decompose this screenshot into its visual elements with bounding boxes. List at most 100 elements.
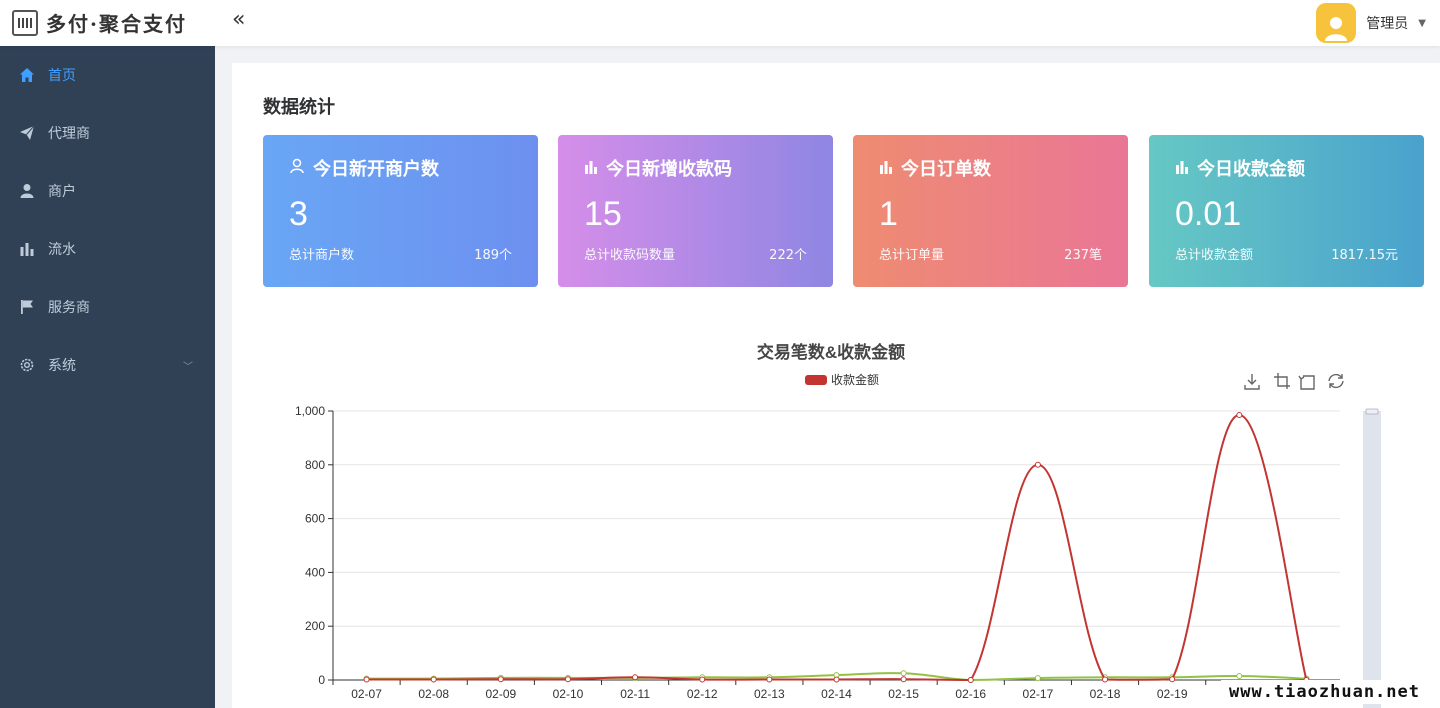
y-tick-label: 600 xyxy=(305,512,325,526)
data-point[interactable] xyxy=(564,676,571,683)
data-point[interactable] xyxy=(1034,461,1041,468)
chart-title: 交易笔数&收款金额 xyxy=(757,342,905,362)
series-line xyxy=(366,414,1308,682)
data-point[interactable] xyxy=(1236,672,1243,679)
data-zoom-track[interactable] xyxy=(1363,411,1381,708)
legend-swatch xyxy=(805,375,827,385)
data-point[interactable] xyxy=(430,676,437,683)
stat-card-orders[interactable]: 今日订单数 1 总计订单量 237笔 xyxy=(853,135,1128,287)
stat-value: 1 xyxy=(879,195,898,233)
restore-icon[interactable] xyxy=(1328,373,1344,389)
sidebar-item-label: 流水 xyxy=(48,242,76,258)
y-tick-label: 800 xyxy=(305,458,325,472)
sidebar-item-transactions[interactable]: 流水 xyxy=(0,220,215,278)
stat-card-new-qrcodes[interactable]: 今日新增收款码 15 总计收款码数量 222个 xyxy=(558,135,833,287)
user-icon xyxy=(18,182,36,200)
bar-chart-icon xyxy=(1175,158,1189,179)
data-point[interactable] xyxy=(497,676,504,683)
x-tick-label: 02-09 xyxy=(485,687,516,701)
chart-series xyxy=(363,412,1310,683)
dashboard-panel: 数据统计 今日新开商户数 3 总计商户数 189个 今日新增收款码 15 总计收… xyxy=(232,63,1440,708)
y-tick-label: 400 xyxy=(305,565,325,579)
zoom-icon[interactable] xyxy=(1274,373,1290,389)
stat-card-new-merchants[interactable]: 今日新开商户数 3 总计商户数 189个 xyxy=(263,135,538,287)
data-point[interactable] xyxy=(766,676,773,683)
watermark: www.tiaozhuan.net xyxy=(1221,680,1428,704)
data-point[interactable] xyxy=(833,676,840,683)
data-point[interactable] xyxy=(900,670,907,677)
sidebar-item-agents[interactable]: 代理商 xyxy=(0,104,215,162)
double-chevron-left-icon[interactable]: « xyxy=(232,9,245,31)
bar-chart-icon xyxy=(18,240,36,258)
logo-text: 多付·聚合支付 xyxy=(46,12,187,36)
data-point[interactable] xyxy=(632,674,639,681)
stat-title: 今日收款金额 xyxy=(1197,159,1305,180)
stat-footer-label: 总计订单量 xyxy=(879,248,945,263)
flag-icon xyxy=(18,298,36,316)
top-bar: 多付·聚合支付 « 管理员 ▼ xyxy=(0,0,1440,46)
chart-legend[interactable]: 收款金额 xyxy=(805,372,879,387)
stat-footer-value: 189个 xyxy=(474,248,512,263)
sidebar-item-providers[interactable]: 服务商 xyxy=(0,278,215,336)
zoom-reset-icon[interactable] xyxy=(1298,375,1315,390)
sidebar-item-label: 系统 xyxy=(48,358,76,374)
y-axis: 0 200 400 600 800 1,000 xyxy=(295,404,334,687)
stat-value: 3 xyxy=(289,195,308,233)
data-point[interactable] xyxy=(363,676,370,683)
app-logo[interactable]: 多付·聚合支付 xyxy=(12,8,187,37)
x-tick-label: 02-15 xyxy=(888,687,919,701)
y-tick-label: 1,000 xyxy=(295,404,325,418)
data-point[interactable] xyxy=(1236,412,1243,419)
sidebar-item-merchants[interactable]: 商户 xyxy=(0,162,215,220)
sidebar: 首页 代理商 商户 流水 服务商 系统 ﹀ xyxy=(0,46,215,708)
caret-down-icon[interactable]: ▼ xyxy=(1418,18,1426,29)
chart-toolbox[interactable] xyxy=(1244,373,1344,390)
sidebar-item-label: 服务商 xyxy=(48,300,90,316)
data-zoom-handle[interactable] xyxy=(1365,408,1379,415)
stat-title: 今日订单数 xyxy=(901,159,991,180)
x-tick-label: 02-19 xyxy=(1157,687,1188,701)
avatar[interactable] xyxy=(1316,3,1357,43)
transaction-chart: 交易笔数&收款金额 收款金额 0 200 400 600 800 1,000 0… xyxy=(232,333,1440,708)
legend-label: 收款金额 xyxy=(831,372,879,387)
x-tick-label: 02-11 xyxy=(620,687,650,701)
stat-footer-label: 总计收款金额 xyxy=(1175,248,1254,263)
stat-footer-value: 1817.15元 xyxy=(1331,248,1398,263)
sidebar-item-system[interactable]: 系统 ﹀ xyxy=(0,336,215,394)
stat-value: 0.01 xyxy=(1175,195,1242,233)
gear-icon xyxy=(18,356,36,374)
x-tick-label: 02-18 xyxy=(1090,687,1121,701)
user-menu[interactable]: 管理员 ▼ xyxy=(1316,0,1426,46)
data-point[interactable] xyxy=(1034,675,1041,682)
paper-plane-icon xyxy=(18,124,36,142)
x-tick-label: 02-08 xyxy=(418,687,449,701)
data-point[interactable] xyxy=(699,676,706,683)
data-point[interactable] xyxy=(967,677,974,683)
stat-footer-value: 222个 xyxy=(769,248,807,263)
download-icon[interactable] xyxy=(1244,374,1260,390)
data-point[interactable] xyxy=(1102,676,1109,683)
line-chart: 交易笔数&收款金额 收款金额 02004006008001,000 02-07 … xyxy=(295,342,1381,708)
data-zoom-slider[interactable] xyxy=(1363,408,1381,708)
user-name[interactable]: 管理员 xyxy=(1366,13,1408,33)
x-axis: 02-07 02-08 02-09 02-10 02-11 02-12 02-13 02-14… xyxy=(332,680,1341,701)
x-tick-label: 02-17 xyxy=(1023,687,1054,701)
stat-footer-label: 总计商户数 xyxy=(289,248,355,263)
x-tick-label: 02-13 xyxy=(754,687,785,701)
data-point[interactable] xyxy=(900,676,907,683)
stat-footer-label: 总计收款码数量 xyxy=(584,248,676,263)
y-tick-label: 200 xyxy=(305,619,325,633)
sidebar-item-label: 首页 xyxy=(48,68,76,84)
sidebar-item-home[interactable]: 首页 xyxy=(0,46,215,104)
chevron-down-icon: ﹀ xyxy=(183,361,193,373)
user-avatar-icon xyxy=(1325,17,1348,41)
data-point[interactable] xyxy=(1169,676,1176,683)
x-tick-label: 02-14 xyxy=(821,687,852,701)
x-tick-label: 02-16 xyxy=(955,687,986,701)
x-tick-label: 02-07 xyxy=(351,687,382,701)
user-outline-icon xyxy=(289,158,305,179)
stat-card-amount[interactable]: 今日收款金额 0.01 总计收款金额 1817.15元 xyxy=(1149,135,1424,287)
sidebar-item-label: 商户 xyxy=(48,184,76,200)
bar-chart-icon xyxy=(584,158,598,179)
stat-title: 今日新增收款码 xyxy=(606,159,732,180)
